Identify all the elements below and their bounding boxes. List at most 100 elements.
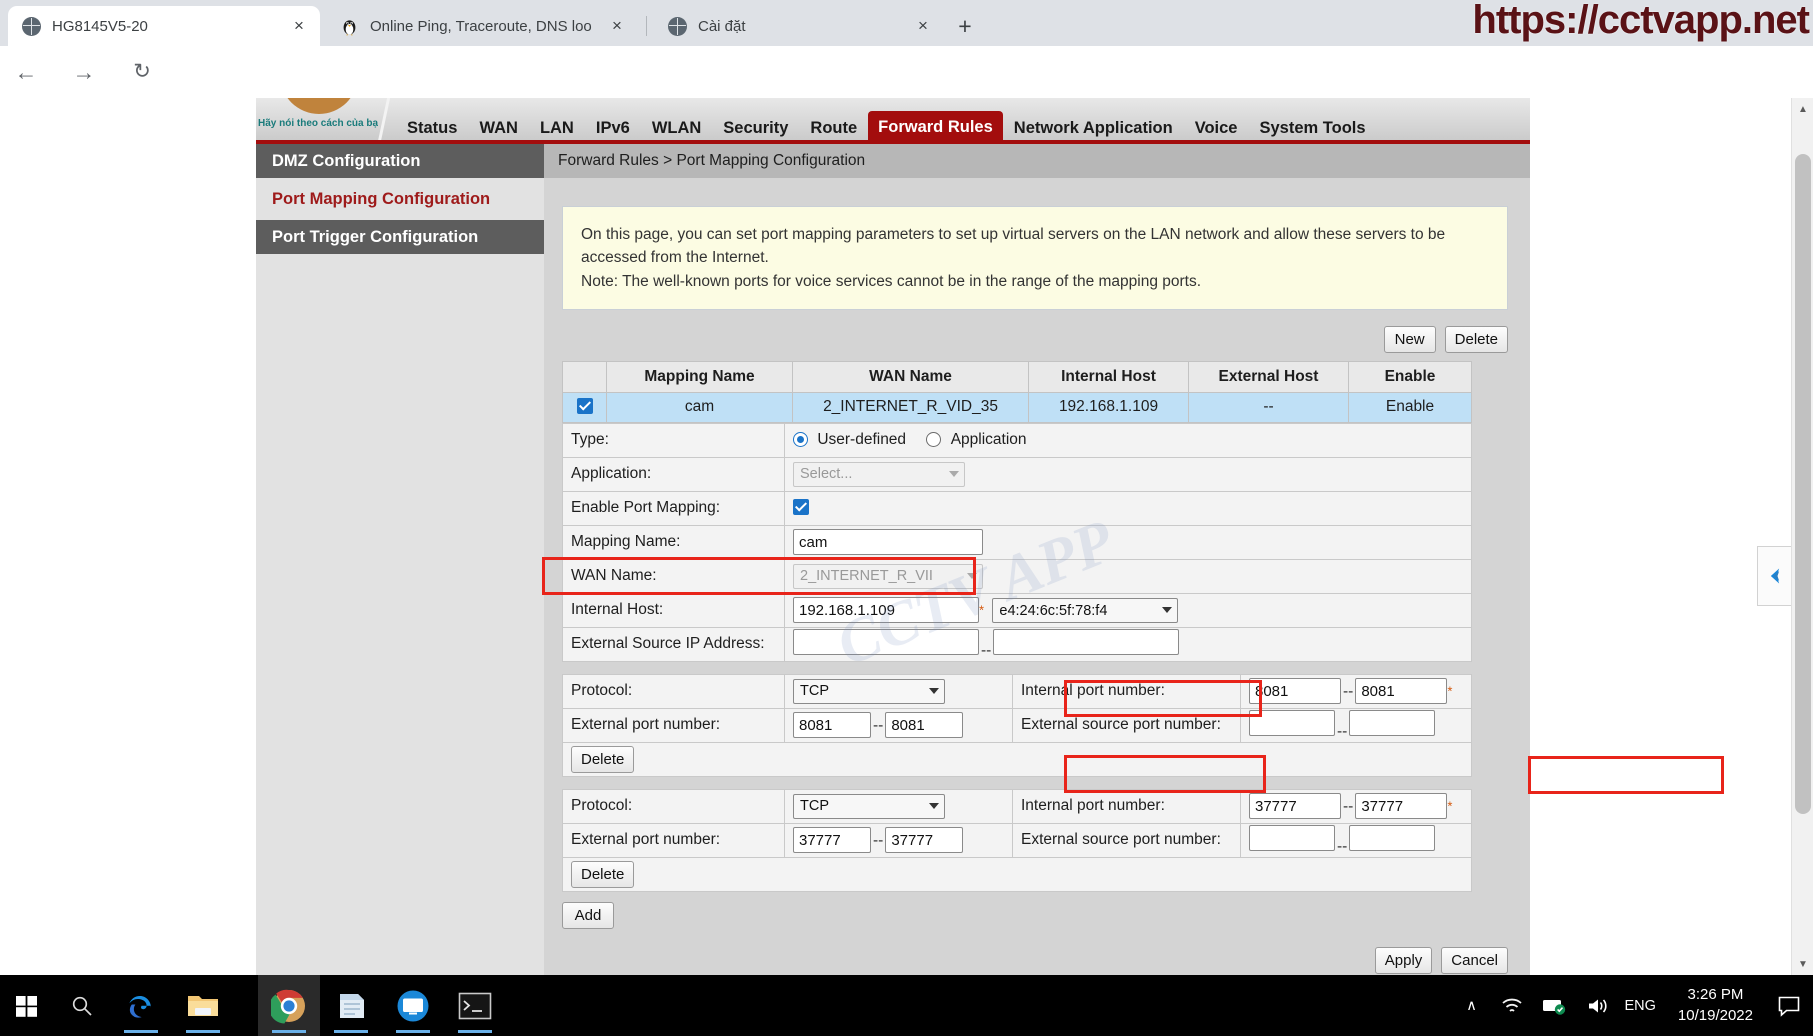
type-application-radio[interactable]: [926, 432, 941, 447]
tab-close-icon[interactable]: ×: [606, 16, 628, 36]
highlight-internal-port: [1528, 756, 1724, 794]
browser-tab-2[interactable]: Cài đặt ×: [654, 6, 944, 46]
rule1-external-port-start-input[interactable]: 8081: [793, 712, 871, 738]
internal-host-mac-select[interactable]: e4:24:6c:5f:78:f4: [992, 598, 1178, 623]
nav-item-network-application[interactable]: Network Application: [1003, 113, 1184, 143]
row-checkbox-cell[interactable]: [563, 392, 607, 422]
windows-start-icon[interactable]: [0, 975, 54, 1036]
row-select-checkbox[interactable]: [577, 398, 593, 414]
nav-item-route[interactable]: Route: [799, 113, 868, 143]
nav-item-wan[interactable]: WAN: [468, 113, 529, 143]
form-row-internal-host: Internal Host: 192.168.1.109* e4:24:6c:5…: [563, 593, 1472, 627]
rule1-protocol-select[interactable]: TCP: [793, 679, 945, 704]
command-prompt-icon[interactable]: [444, 975, 506, 1036]
wifi-icon[interactable]: [1491, 975, 1533, 1036]
scroll-up-arrow[interactable]: ▲: [1792, 98, 1813, 120]
clock-date: 10/19/2022: [1678, 1006, 1753, 1026]
nav-item-status[interactable]: Status: [396, 113, 468, 143]
rule2-internal-port-start-input[interactable]: 37777: [1249, 793, 1341, 819]
col-wan-name: WAN Name: [793, 361, 1029, 392]
nav-item-voice[interactable]: Voice: [1184, 113, 1249, 143]
browser-tab-1[interactable]: Online Ping, Traceroute, DNS loo ×: [326, 6, 638, 46]
new-button[interactable]: New: [1384, 326, 1436, 353]
tab-title: Cài đặt: [698, 18, 912, 35]
internal-host-input[interactable]: 192.168.1.109: [793, 597, 979, 623]
nav-item-forward-rules[interactable]: Forward Rules: [868, 111, 1003, 143]
rule2-row-external-port: External port number: 37777--37777 Exter…: [563, 823, 1472, 857]
rule2-ext-source-port-start-input[interactable]: [1249, 825, 1335, 851]
taskbar-clock[interactable]: 3:26 PM 10/19/2022: [1678, 985, 1753, 1026]
ext-source-ip-start-input[interactable]: [793, 629, 979, 655]
add-button[interactable]: Add: [562, 902, 614, 929]
nav-item-ipv6[interactable]: IPv6: [585, 113, 641, 143]
collapse-panel-button[interactable]: [1757, 546, 1791, 606]
rule1-internal-port-start-input[interactable]: 8081: [1249, 678, 1341, 704]
range-dash: --: [1335, 723, 1349, 740]
search-icon[interactable]: [54, 975, 110, 1036]
rule1-internal-port-end-input[interactable]: 8081: [1355, 678, 1447, 704]
cell-mapping-name: cam: [607, 392, 793, 422]
rule2-ext-source-port-end-input[interactable]: [1349, 825, 1435, 851]
rule1-ext-source-port-end-input[interactable]: [1349, 710, 1435, 736]
mapping-detail-form: Type: User-defined Application Applicati…: [562, 423, 1472, 662]
nav-item-wlan[interactable]: WLAN: [641, 113, 712, 143]
file-explorer-icon[interactable]: [172, 975, 234, 1036]
rule2-protocol-value: TCP: [800, 798, 829, 814]
apply-button[interactable]: Apply: [1375, 947, 1433, 974]
rule1-delete-button[interactable]: Delete: [571, 746, 634, 773]
application-select[interactable]: Select...: [793, 462, 965, 487]
chrome-icon[interactable]: [258, 975, 320, 1036]
port-mapping-table: Mapping Name WAN Name Internal Host Exte…: [562, 361, 1472, 423]
notepad-icon[interactable]: [320, 975, 382, 1036]
delete-button[interactable]: Delete: [1445, 326, 1508, 353]
volume-icon[interactable]: [1577, 975, 1619, 1036]
nav-item-security[interactable]: Security: [712, 113, 799, 143]
tray-expand-chevron-icon[interactable]: ∧: [1453, 975, 1491, 1036]
rule2-external-port-start-input[interactable]: 37777: [793, 827, 871, 853]
reload-button[interactable]: ↻: [126, 56, 158, 88]
table-row[interactable]: cam 2_INTERNET_R_VID_35 192.168.1.109 --…: [563, 392, 1472, 422]
tab-close-icon[interactable]: ×: [288, 16, 310, 36]
back-button[interactable]: ←: [10, 56, 42, 88]
rule1-ext-source-port-cell: --: [1241, 708, 1472, 742]
cancel-button[interactable]: Cancel: [1441, 947, 1508, 974]
rule2-delete-button[interactable]: Delete: [571, 861, 634, 888]
form-row-ext-source-ip: External Source IP Address: --: [563, 627, 1472, 661]
range-dash: --: [871, 717, 885, 734]
teamviewer-icon[interactable]: [382, 975, 444, 1036]
mapping-name-input[interactable]: cam: [793, 529, 983, 555]
clock-time: 3:26 PM: [1678, 985, 1753, 1005]
new-tab-button[interactable]: +: [950, 12, 980, 42]
rule1-protocol-label: Protocol:: [563, 674, 785, 708]
wan-name-select-value: 2_INTERNET_R_VII: [800, 568, 933, 584]
system-tray: ∧ ENG 3:26 PM 10/19/2022: [1453, 975, 1813, 1036]
type-user-defined-radio[interactable]: [793, 432, 808, 447]
ext-source-ip-end-input[interactable]: [993, 629, 1179, 655]
forward-button[interactable]: →: [68, 56, 100, 88]
page-scrollbar[interactable]: ▲ ▼: [1791, 98, 1813, 975]
wan-name-select[interactable]: 2_INTERNET_R_VII: [793, 564, 983, 589]
scroll-down-arrow[interactable]: ▼: [1792, 953, 1813, 975]
rule1-external-port-end-input[interactable]: 8081: [885, 712, 963, 738]
rule1-ext-source-port-label: External source port number:: [1013, 708, 1241, 742]
sidebar-item-port-trigger-configuration[interactable]: Port Trigger Configuration: [256, 220, 544, 254]
sidebar-item-dmz-configuration[interactable]: DMZ Configuration: [256, 144, 544, 178]
enable-port-mapping-checkbox[interactable]: [793, 499, 809, 515]
tab-close-icon[interactable]: ×: [912, 16, 934, 36]
wan-name-cell: 2_INTERNET_R_VII: [785, 559, 1472, 593]
sidebar-item-port-mapping-configuration[interactable]: Port Mapping Configuration: [256, 182, 544, 216]
network-icon[interactable]: [1533, 975, 1577, 1036]
col-select: [563, 361, 607, 392]
browser-tab-0[interactable]: HG8145V5-20 ×: [8, 6, 320, 46]
rule2-protocol-select[interactable]: TCP: [793, 794, 945, 819]
keyboard-language-indicator[interactable]: ENG: [1625, 998, 1656, 1014]
scrollbar-thumb[interactable]: [1795, 154, 1811, 814]
add-rule-row: Add: [562, 902, 1530, 929]
rule1-ext-source-port-start-input[interactable]: [1249, 710, 1335, 736]
rule2-internal-port-end-input[interactable]: 37777: [1355, 793, 1447, 819]
rule2-external-port-end-input[interactable]: 37777: [885, 827, 963, 853]
nav-item-lan[interactable]: LAN: [529, 113, 585, 143]
nav-item-system-tools[interactable]: System Tools: [1248, 113, 1376, 143]
action-center-icon[interactable]: [1765, 975, 1813, 1036]
edge-icon[interactable]: [112, 975, 170, 1036]
